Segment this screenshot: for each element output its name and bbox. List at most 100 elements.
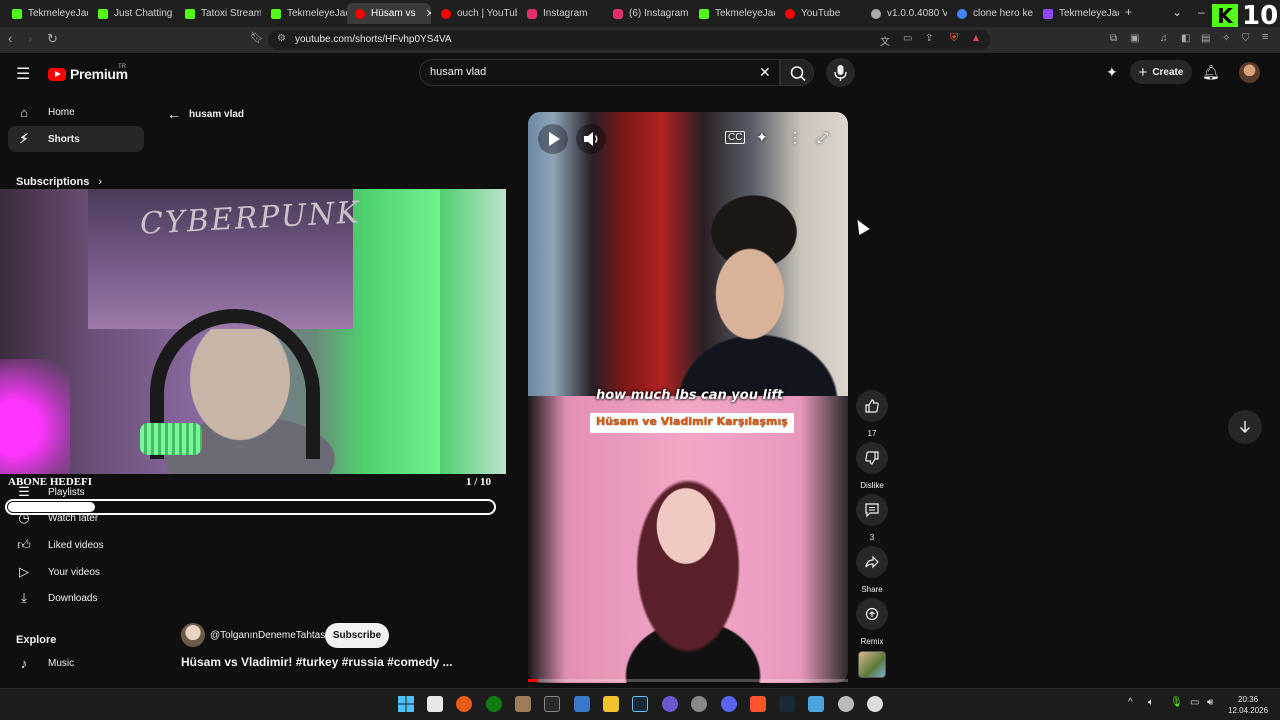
store-icon[interactable] bbox=[427, 696, 443, 712]
comments-action[interactable]: 3 bbox=[856, 494, 888, 542]
dislike-button[interactable] bbox=[856, 442, 888, 474]
sidebar-toggle-icon[interactable]: ◧ bbox=[1181, 33, 1190, 44]
browser-tab[interactable]: Instagram bbox=[519, 3, 603, 24]
steam-icon[interactable] bbox=[779, 696, 795, 712]
dislike-action[interactable]: Dislike bbox=[856, 442, 888, 490]
video-title[interactable]: Hüsam vs Vladimir! #turkey #russia #come… bbox=[181, 655, 452, 669]
search-button[interactable] bbox=[780, 59, 814, 86]
url-text[interactable]: youtube.com/shorts/HFvhp0YS4VA bbox=[295, 34, 452, 45]
extension-icon[interactable]: ▣ bbox=[1130, 33, 1139, 44]
more-options-icon[interactable]: ⋮ bbox=[788, 129, 802, 146]
taskbar-clock[interactable]: 20:36 12.04.2026 bbox=[1228, 694, 1268, 716]
volume-button[interactable] bbox=[576, 124, 606, 154]
channel-avatar[interactable] bbox=[181, 623, 205, 647]
wallet-icon[interactable]: ▤ bbox=[1201, 33, 1210, 44]
browser-tab-active[interactable]: Hüsam vs ✕ bbox=[347, 3, 431, 24]
sidebar-subscriptions-heading[interactable]: Subscriptions › bbox=[16, 176, 102, 188]
app-icon[interactable] bbox=[808, 696, 824, 712]
tab-list-chevron-icon[interactable]: ⌄ bbox=[1172, 5, 1182, 19]
back-icon[interactable]: ‹ bbox=[8, 31, 12, 46]
sidebar-item-watch-later[interactable]: ◷ Watch later bbox=[8, 505, 144, 531]
remix-action[interactable]: Remix bbox=[856, 598, 888, 646]
app-icon[interactable] bbox=[691, 696, 707, 712]
screen-icon[interactable]: ▭ bbox=[903, 33, 912, 44]
remix-button[interactable] bbox=[856, 598, 888, 630]
leo-icon[interactable]: ✧ bbox=[1222, 33, 1230, 44]
create-button[interactable]: + Create bbox=[1130, 60, 1192, 84]
speaker-tray-icon[interactable]: 🔈︎ bbox=[1148, 697, 1154, 708]
like-button[interactable] bbox=[856, 390, 888, 422]
back-to-search-link[interactable]: ← husam vlad bbox=[167, 106, 244, 122]
menu-icon[interactable]: ≡ bbox=[1262, 31, 1268, 43]
translate-icon[interactable]: 文 bbox=[880, 33, 890, 48]
video-progress-bar[interactable] bbox=[528, 679, 848, 682]
sidebar-item-home[interactable]: ⌂ Home bbox=[8, 99, 144, 125]
captions-icon[interactable]: CC bbox=[725, 131, 746, 144]
brave-browser-icon[interactable] bbox=[750, 696, 766, 712]
forward-icon[interactable]: › bbox=[28, 31, 32, 46]
share-icon[interactable]: ⇪ bbox=[925, 33, 933, 44]
browser-tab[interactable]: YouTube bbox=[777, 3, 861, 24]
subscribe-button[interactable]: Subscribe bbox=[325, 623, 389, 648]
new-tab-icon[interactable]: + bbox=[1125, 5, 1132, 19]
settings-icon[interactable] bbox=[838, 696, 854, 712]
browser-tab[interactable]: TekmeleyeJack bbox=[1035, 3, 1119, 24]
microphone-tray-icon[interactable]: 🎙︎ bbox=[1170, 697, 1183, 708]
app-icon[interactable] bbox=[574, 696, 590, 712]
sidebar-item-your-videos[interactable]: ▷ Your videos bbox=[8, 559, 144, 585]
sidebar-item-liked-videos[interactable]: 👍︎ Liked videos bbox=[8, 532, 144, 558]
fullscreen-icon[interactable]: ⤢ bbox=[817, 129, 828, 146]
browser-tab[interactable]: TekmeleyeJack bbox=[4, 3, 88, 24]
account-avatar[interactable] bbox=[1239, 62, 1260, 83]
browser-tab[interactable]: (6) Instagram bbox=[605, 3, 689, 24]
premium-sparkle-icon[interactable]: ✦ bbox=[756, 129, 768, 146]
discord-icon[interactable] bbox=[721, 696, 737, 712]
next-short-button[interactable] bbox=[1228, 410, 1262, 444]
browser-tab[interactable]: v1.0.0.4080 V1 bbox=[863, 3, 947, 24]
sidebar-item-shorts[interactable]: ⚡︎ Shorts bbox=[8, 126, 144, 152]
xbox-icon[interactable] bbox=[486, 696, 502, 712]
youtube-premium-logo[interactable]: Premium bbox=[48, 66, 128, 82]
volume-tray-icon[interactable]: 🔊︎ bbox=[1207, 697, 1213, 708]
browser-tab[interactable]: ouch | YouTub bbox=[433, 3, 517, 24]
browser-tab[interactable]: Tatoxi Stream bbox=[177, 3, 261, 24]
search-query[interactable]: husam vlad bbox=[430, 66, 486, 78]
comments-button[interactable] bbox=[856, 494, 888, 526]
premium-features-icon[interactable]: ✦ bbox=[1106, 64, 1118, 81]
steam-icon[interactable] bbox=[632, 696, 648, 712]
vpn-icon[interactable]: ⛉ bbox=[1242, 33, 1250, 44]
browser-tab[interactable]: TekmeleyeJack bbox=[691, 3, 775, 24]
tray-chevron-icon[interactable]: ^ bbox=[1128, 697, 1133, 708]
sidebar-item-music[interactable]: ♪ Music bbox=[8, 650, 144, 676]
site-info-icon[interactable]: ⚙︎ bbox=[277, 33, 286, 44]
rewards-icon[interactable]: ▲ bbox=[971, 33, 981, 44]
brave-shield-icon[interactable]: ⛨ bbox=[950, 32, 958, 45]
app-icon[interactable] bbox=[456, 696, 472, 712]
play-button[interactable] bbox=[538, 124, 568, 154]
guide-menu-icon[interactable]: ☰ bbox=[16, 64, 30, 84]
app-icon[interactable] bbox=[662, 696, 678, 712]
close-tab-icon[interactable]: ✕ bbox=[425, 7, 431, 20]
browser-tab[interactable]: clone hero key bbox=[949, 3, 1033, 24]
minimize-icon[interactable]: – bbox=[1198, 5, 1205, 19]
browser-tab[interactable]: Just Chatting S bbox=[90, 3, 174, 24]
clear-search-icon[interactable]: ✕ bbox=[759, 64, 771, 81]
share-action[interactable]: Share bbox=[856, 546, 888, 594]
app-icon[interactable] bbox=[515, 696, 531, 712]
reload-icon[interactable]: ↻ bbox=[47, 31, 58, 47]
share-button[interactable] bbox=[856, 546, 888, 578]
app-icon[interactable] bbox=[867, 696, 883, 712]
sidebar-item-downloads[interactable]: ⤓ Downloads bbox=[8, 585, 144, 611]
like-action[interactable]: 17 bbox=[856, 390, 888, 438]
bookmark-icon[interactable]: 🔖︎ bbox=[250, 31, 264, 44]
media-icon[interactable]: ♫ bbox=[1160, 33, 1168, 44]
channel-handle[interactable]: @TolganınDenemeTahtası bbox=[210, 630, 328, 641]
audio-source-thumbnail[interactable] bbox=[858, 651, 886, 678]
windows-start-icon[interactable] bbox=[398, 696, 414, 712]
epic-games-icon[interactable] bbox=[544, 696, 560, 712]
file-explorer-icon[interactable] bbox=[603, 696, 619, 712]
notifications-bell-icon[interactable]: 🔔︎ bbox=[1202, 64, 1220, 81]
network-tray-icon[interactable]: ▭ bbox=[1190, 697, 1199, 708]
browser-tab[interactable]: TekmeleyeJack bbox=[263, 3, 347, 24]
extensions-icon[interactable]: ⧉ bbox=[1110, 33, 1117, 44]
